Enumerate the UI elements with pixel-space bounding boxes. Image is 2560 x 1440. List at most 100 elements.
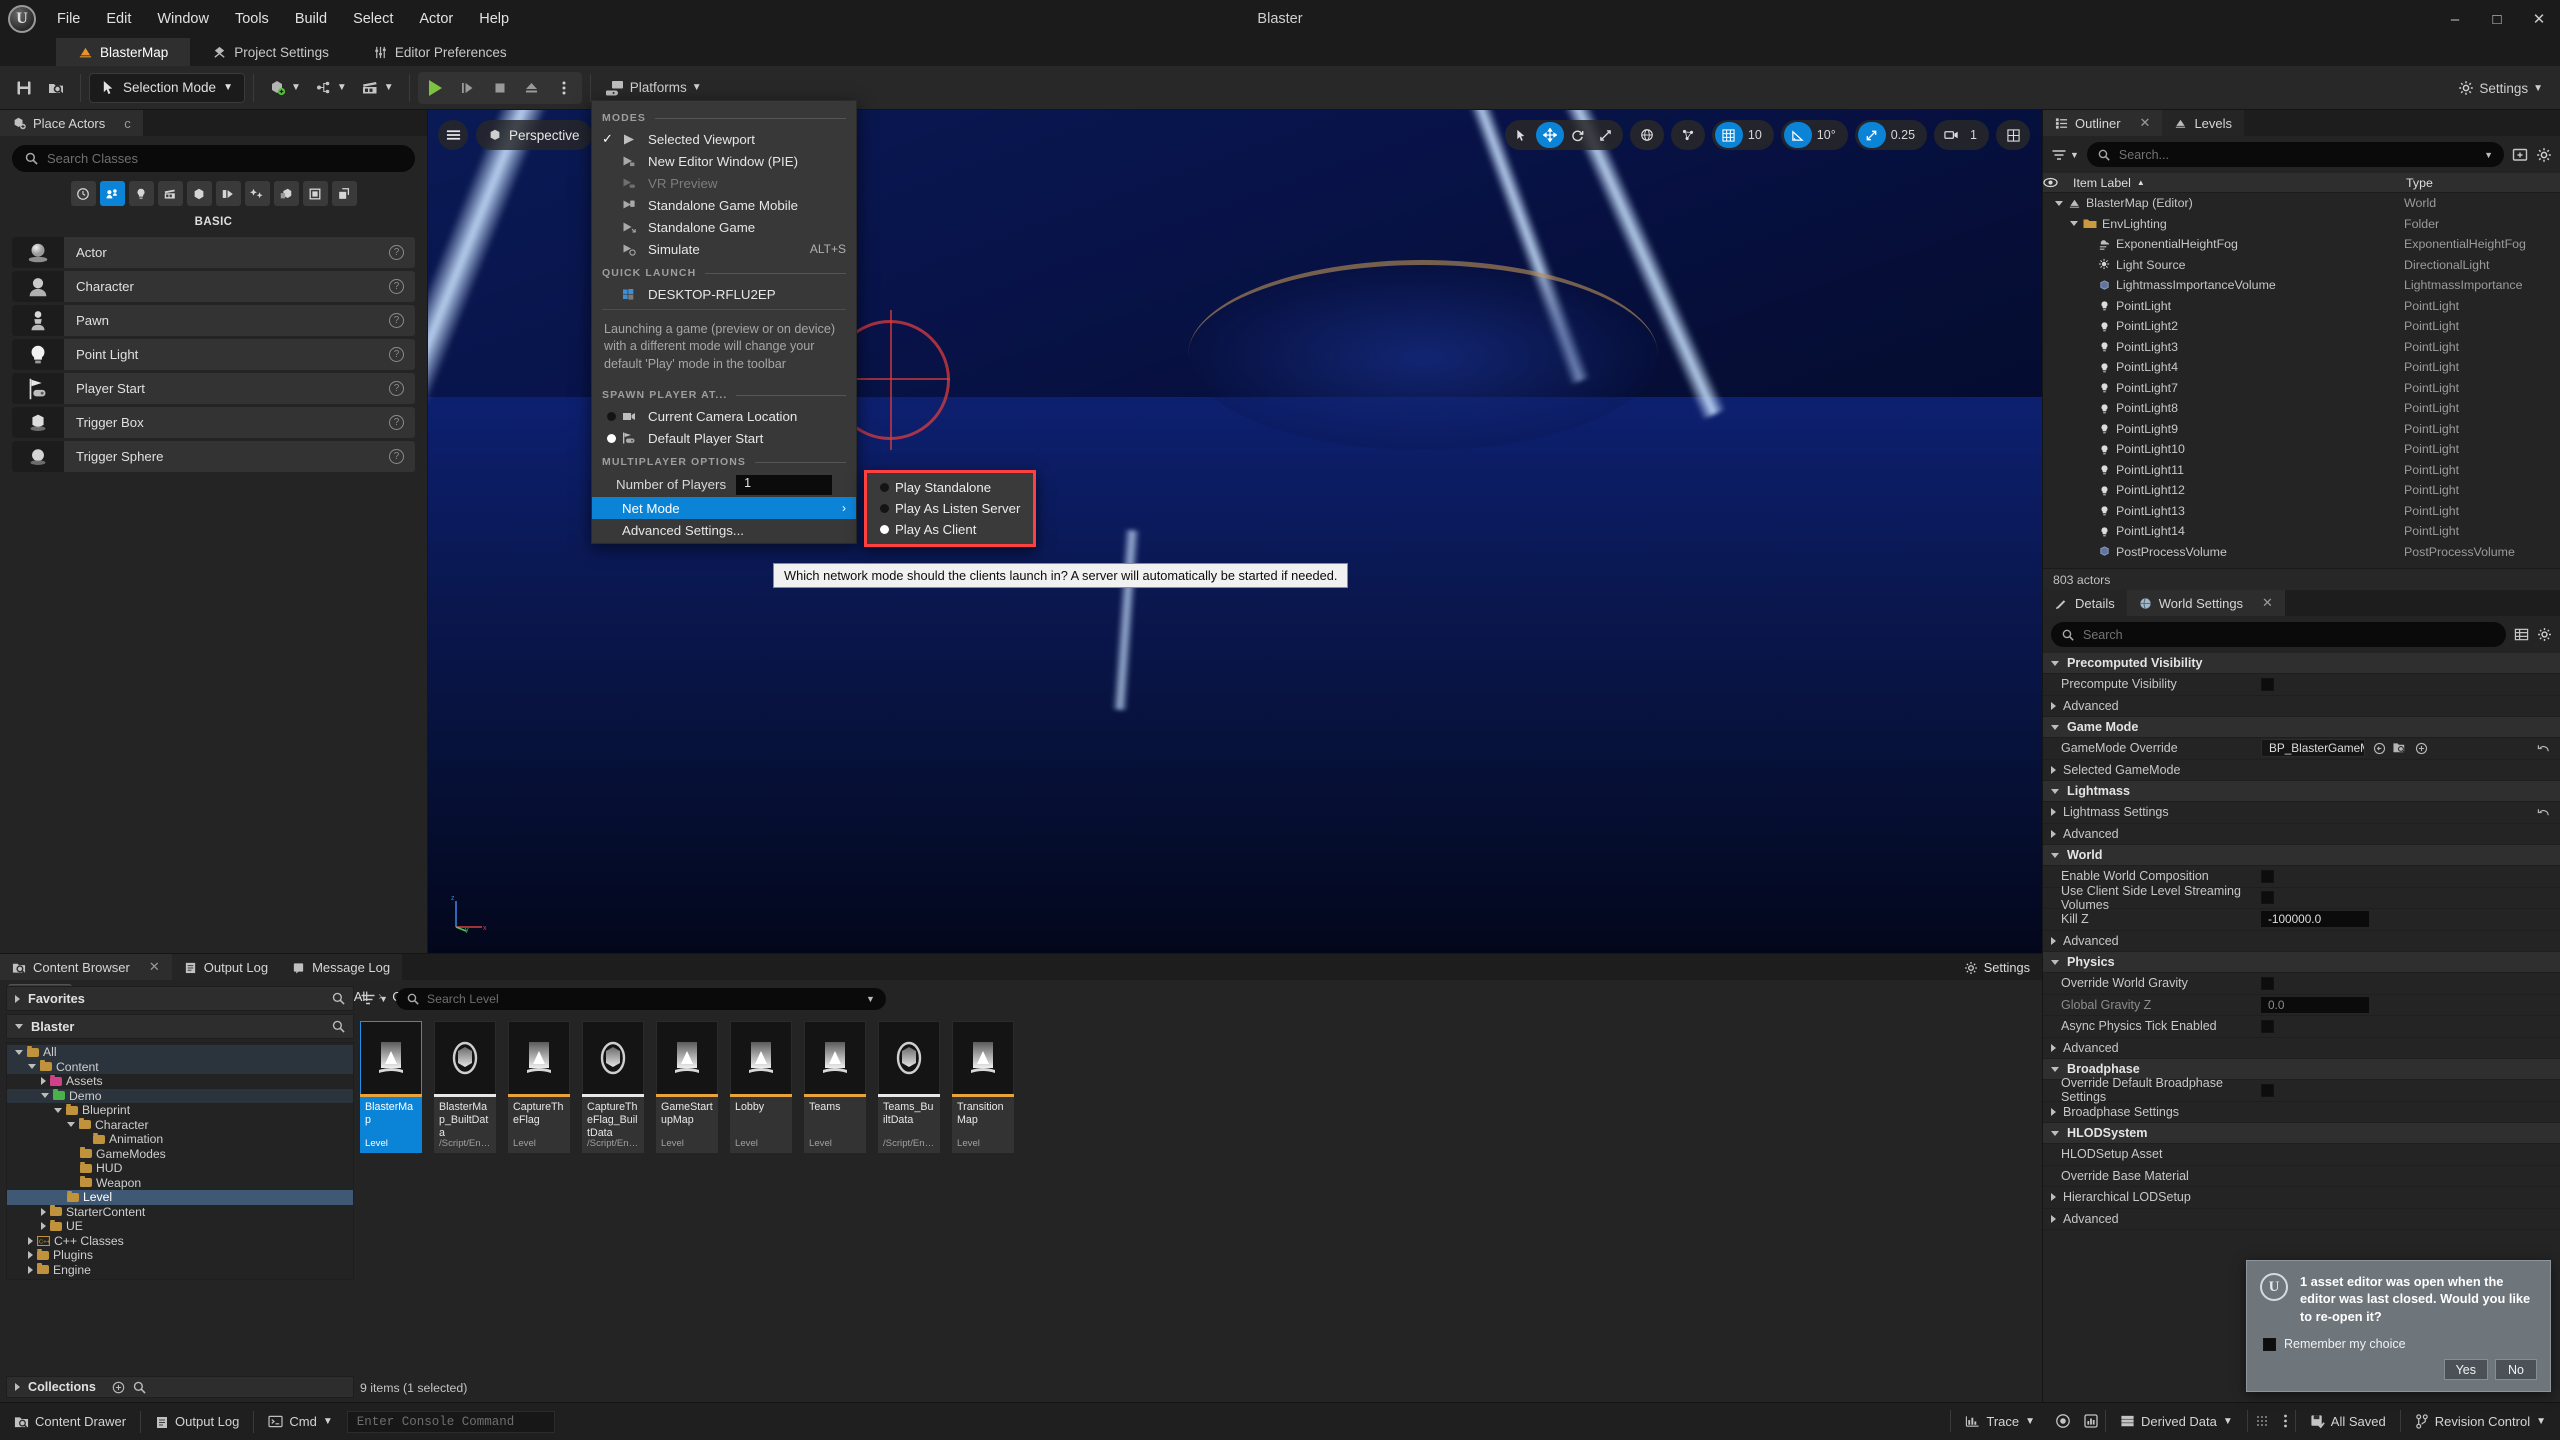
search-icon[interactable] [133, 1381, 146, 1394]
outliner-row[interactable]: BlasterMap (Editor) World [2043, 193, 2560, 214]
search-classes-input[interactable] [47, 151, 402, 166]
chevron-down-icon[interactable]: ▼ [866, 994, 875, 1004]
outliner-row[interactable]: PointLight4 PointLight [2043, 357, 2560, 378]
outliner-item-name[interactable]: PointLight9 [2043, 422, 2404, 436]
folder-tree-node[interactable]: HUD [7, 1161, 353, 1176]
chevron-right-icon[interactable] [2051, 1107, 2056, 1116]
chevron-right-icon[interactable] [2051, 829, 2056, 838]
lights-icon[interactable] [128, 181, 154, 206]
chevron-right-icon[interactable] [2051, 765, 2056, 774]
cinematic-icon[interactable] [157, 181, 183, 206]
outliner-row[interactable]: PointLight10 PointLight [2043, 439, 2560, 460]
property-category[interactable]: Precomputed Visibility [2043, 653, 2560, 674]
skip-icon[interactable] [452, 72, 484, 104]
actor-item-player-start[interactable]: Player Start ? [12, 373, 415, 404]
outliner-item-name[interactable]: PointLight8 [2043, 401, 2404, 415]
outliner-item-name[interactable]: PointLight2 [2043, 319, 2404, 333]
rotate-tool-icon[interactable] [1564, 122, 1592, 148]
search-classes-box[interactable] [12, 145, 415, 172]
submenu-item-play-as-client[interactable]: Play As Client [867, 519, 1033, 540]
camera-mode-dropdown[interactable]: Perspective [476, 120, 592, 150]
reset-to-default-icon[interactable] [2536, 741, 2550, 755]
grid-snap-icon[interactable] [1714, 122, 1743, 148]
scale-snap-icon[interactable] [1857, 122, 1886, 148]
save-icon[interactable] [8, 72, 40, 104]
chevron-right-icon[interactable] [41, 1207, 46, 1216]
outliner-item-name[interactable]: PointLight10 [2043, 442, 2404, 456]
help-icon[interactable]: ? [389, 449, 404, 464]
gear-icon[interactable] [2536, 147, 2552, 163]
actor-item-character[interactable]: Character ? [12, 271, 415, 302]
viewport-layout-icon[interactable] [1999, 122, 2027, 148]
menu-item-standalone-game-mobile[interactable]: Standalone Game Mobile [592, 194, 856, 216]
favorites-section[interactable]: Favorites [6, 986, 354, 1011]
menu-item-desktop-device[interactable]: DESKTOP-RFLU2EP [592, 283, 856, 305]
eject-icon[interactable] [516, 72, 548, 104]
chevron-down-icon[interactable] [41, 1093, 49, 1099]
select-tool-icon[interactable] [1508, 122, 1536, 148]
angle-snap-value[interactable]: 10° [1812, 128, 1845, 142]
tab-message-log[interactable]: Message Log [280, 954, 403, 980]
chevron-right-icon[interactable] [28, 1265, 33, 1274]
folder-tree-node[interactable]: Engine [7, 1263, 353, 1278]
add-collection-icon[interactable] [112, 1381, 125, 1394]
chevron-down-icon[interactable] [54, 1107, 62, 1113]
property-row[interactable]: Use Client Side Level Streaming Volumes [2043, 884, 2560, 912]
outliner-item-name[interactable]: PointLight3 [2043, 340, 2404, 354]
menu-select[interactable]: Select [340, 0, 406, 38]
browse-to-asset-icon[interactable] [2372, 741, 2386, 755]
folder-tree-node[interactable]: All [7, 1045, 353, 1060]
stop-icon[interactable] [484, 72, 516, 104]
gear-icon[interactable] [2537, 627, 2552, 642]
menu-item-default-player-start[interactable]: Default Player Start [592, 427, 856, 449]
create-new-asset-icon[interactable] [2414, 741, 2428, 755]
help-icon[interactable]: ? [389, 381, 404, 396]
property-row[interactable]: Async Physics Tick Enabled [2043, 1016, 2560, 1038]
folder-tree-node[interactable]: Demo [7, 1088, 353, 1103]
actor-item-trigger-box[interactable]: Trigger Box ? [12, 407, 415, 438]
asset-tile[interactable]: BlasterMap_BuiltData/Script/Engine.MapBu… [434, 1021, 496, 1153]
outliner-row[interactable]: PointLight11 PointLight [2043, 460, 2560, 481]
outliner-row[interactable]: PointLight9 PointLight [2043, 419, 2560, 440]
all-classes-icon[interactable] [302, 181, 328, 206]
property-row[interactable]: Advanced [2043, 931, 2560, 952]
folder-tree-node[interactable]: Animation [7, 1132, 353, 1147]
property-category[interactable]: Lightmass [2043, 781, 2560, 802]
outliner-item-name[interactable]: EnvLighting [2043, 217, 2404, 231]
chevron-down-icon[interactable] [2055, 200, 2063, 206]
platforms-dropdown[interactable]: Platforms ▼ [599, 72, 709, 104]
help-icon[interactable]: ? [389, 279, 404, 294]
content-browser-settings[interactable]: Settings [1964, 960, 2030, 975]
cmd-dropdown[interactable]: Cmd ▼ [254, 1403, 346, 1440]
tab-details[interactable]: Details [2043, 590, 2127, 616]
outliner-item-name[interactable]: BlasterMap (Editor) [2043, 196, 2404, 210]
outliner-row[interactable]: PointLight14 PointLight [2043, 521, 2560, 542]
scale-tool-icon[interactable] [1592, 122, 1620, 148]
outliner-item-name[interactable]: PostProcessVolume [2043, 545, 2404, 559]
outliner-item-name[interactable]: PointLight7 [2043, 381, 2404, 395]
folder-tree-node[interactable]: Content [7, 1059, 353, 1074]
tab-output-log[interactable]: Output Log [171, 954, 281, 980]
menu-item-advanced-settings[interactable]: Advanced Settings... [592, 519, 856, 541]
search-level-box[interactable]: ▼ [395, 988, 886, 1010]
no-button[interactable]: No [2495, 1359, 2537, 1380]
outliner-row[interactable]: LightmassImportanceVolume LightmassImport… [2043, 275, 2560, 296]
settings-button[interactable]: Settings ▼ [2451, 72, 2550, 104]
asset-tile[interactable]: GameStartupMap Level [656, 1021, 718, 1153]
property-row[interactable]: HLODSetup Asset [2043, 1144, 2560, 1166]
chevron-down-icon[interactable] [67, 1122, 75, 1128]
basic-icon[interactable] [99, 181, 125, 206]
all-saved-status[interactable]: All Saved [2296, 1402, 2400, 1440]
chevron-down-icon[interactable] [15, 1049, 23, 1055]
property-row[interactable]: Override Default Broadphase Settings [2043, 1076, 2560, 1104]
camera-speed-value[interactable]: 1 [1965, 128, 1986, 142]
menu-item-net-mode[interactable]: Net Mode › [592, 497, 856, 520]
asset-tile[interactable]: Lobby Level [730, 1021, 792, 1153]
outliner-item-name[interactable]: PointLight [2043, 299, 2404, 313]
folder-tree-node[interactable]: Plugins [7, 1248, 353, 1263]
chevron-right-icon[interactable] [2051, 808, 2056, 817]
help-icon[interactable]: ? [389, 347, 404, 362]
submenu-item-play-as-listen-server[interactable]: Play As Listen Server [867, 498, 1033, 519]
derived-data-button[interactable]: Derived Data ▼ [2106, 1402, 2247, 1440]
property-checkbox[interactable] [2261, 976, 2274, 990]
